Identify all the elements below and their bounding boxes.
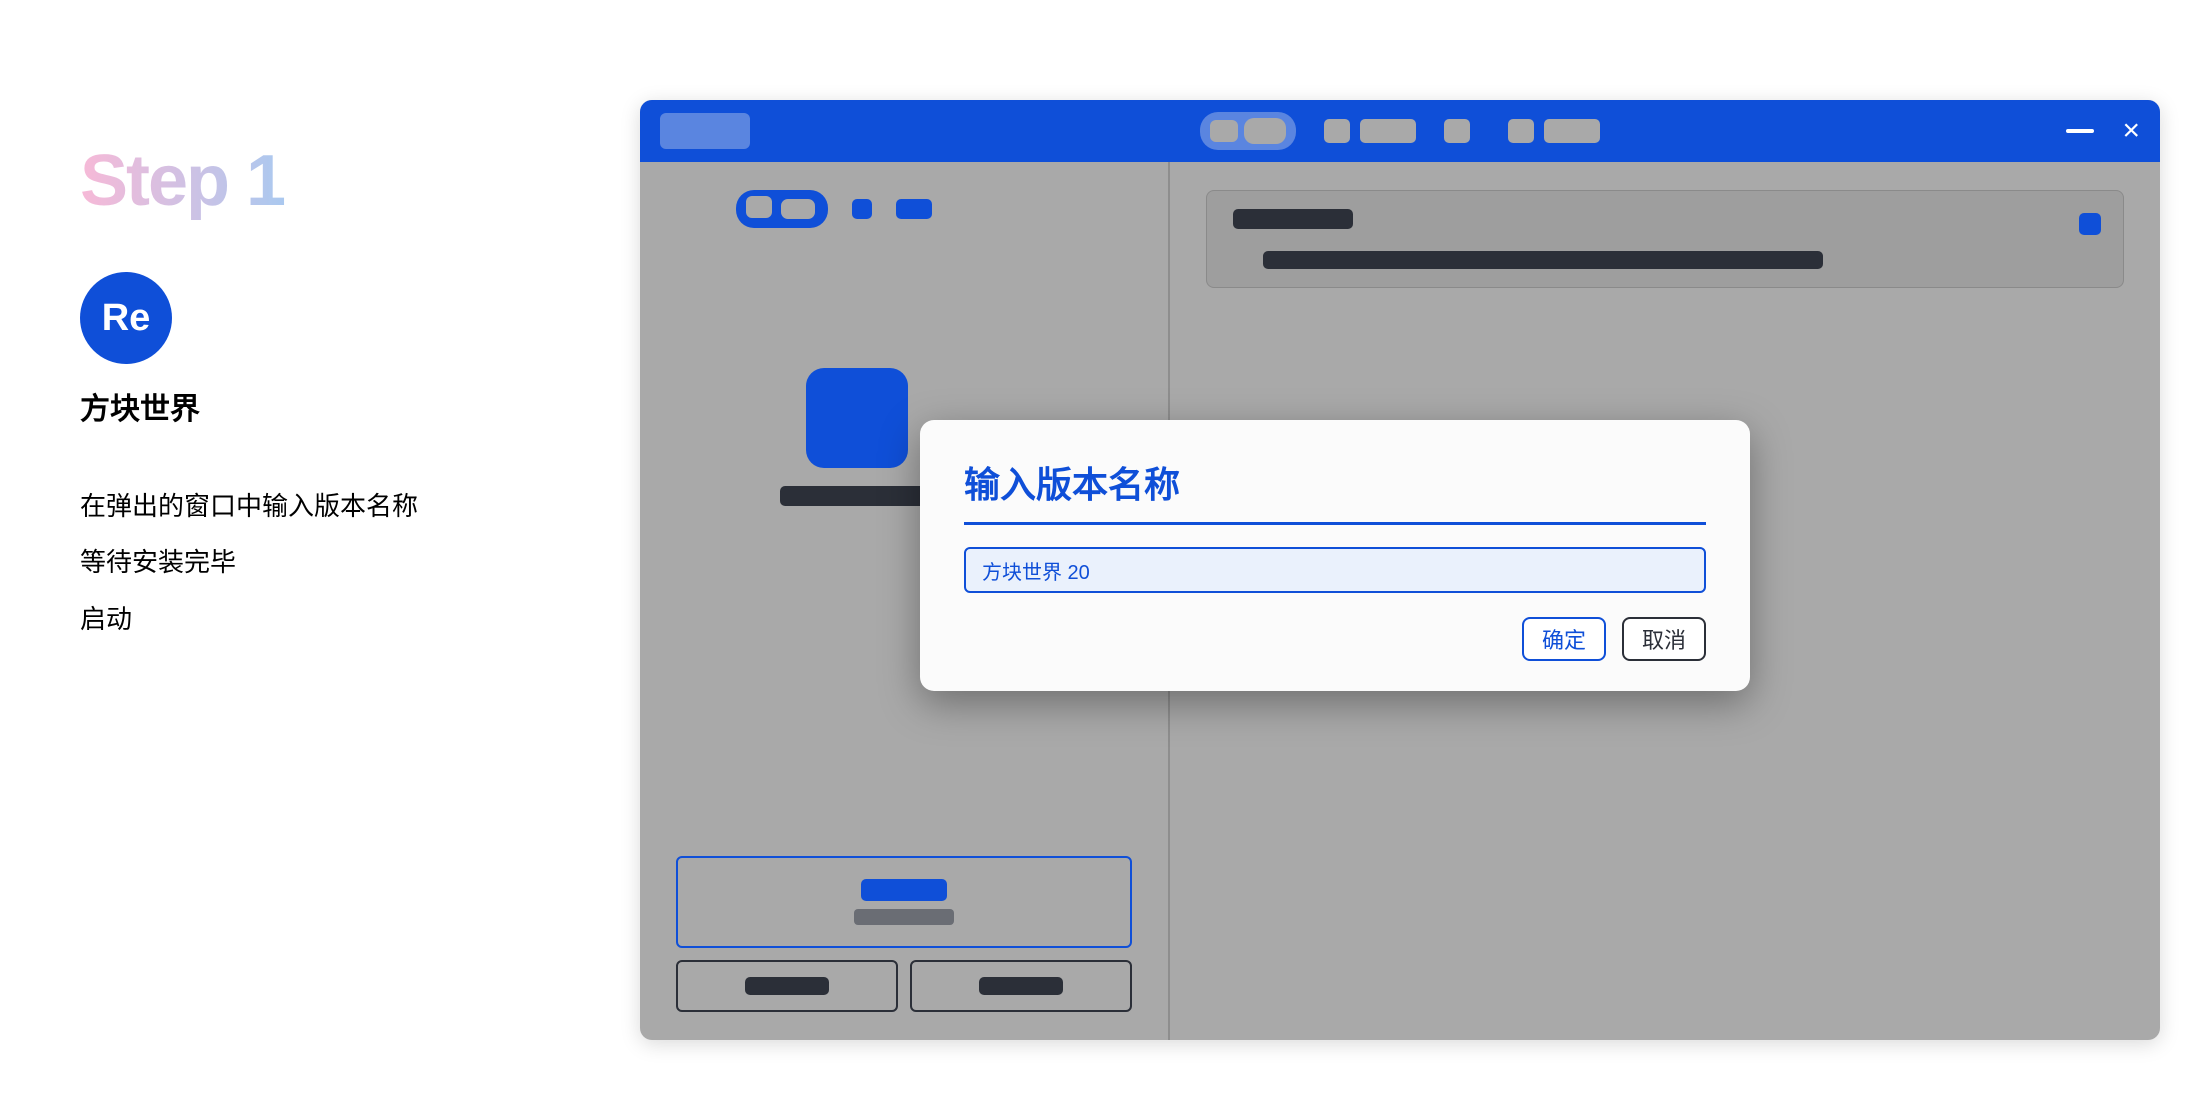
nav-icon-placeholder — [1324, 119, 1350, 143]
cancel-button[interactable]: 取消 — [1622, 617, 1706, 661]
app-name-label: 方块世界 — [80, 384, 500, 428]
nav-icon-placeholder — [1444, 119, 1470, 143]
titlebar-center-controls — [1200, 112, 1600, 150]
sidebar-label-placeholder — [896, 199, 932, 219]
nav-icon-placeholder — [1508, 119, 1534, 143]
instruction-line: 等待安装完毕 — [80, 544, 500, 580]
titlebar-nav-group[interactable] — [1324, 119, 1416, 143]
info-card — [1206, 190, 2124, 288]
sidebar-icon-placeholder[interactable] — [852, 199, 872, 219]
sidebar-bottom-actions — [676, 856, 1132, 1012]
pill-segment — [1210, 120, 1238, 142]
button-label-placeholder — [745, 977, 829, 995]
app-badge-text: Re — [102, 297, 151, 340]
sidebar-top-controls — [736, 190, 1132, 228]
instruction-line: 在弹出的窗口中输入版本名称 — [80, 488, 500, 524]
sidebar-action-button[interactable] — [676, 960, 898, 1012]
titlebar-nav-group[interactable] — [1508, 119, 1600, 143]
ok-button[interactable]: 确定 — [1522, 617, 1606, 661]
titlebar-nav-group[interactable] — [1444, 119, 1480, 143]
button-label-placeholder — [979, 977, 1063, 995]
instruction-line: 启动 — [80, 601, 500, 637]
button-label-placeholder — [861, 879, 947, 901]
close-icon[interactable]: × — [2122, 114, 2140, 148]
nav-label-placeholder — [1544, 119, 1600, 143]
dialog-actions: 确定 取消 — [964, 617, 1706, 661]
instruction-panel: Step 1 Re 方块世界 在弹出的窗口中输入版本名称 等待安装完毕 启动 — [80, 140, 500, 657]
card-title-placeholder — [1233, 209, 1353, 229]
pill-segment — [1244, 118, 1286, 144]
app-window: × — [640, 100, 2160, 1040]
sidebar-button-row — [676, 960, 1132, 1012]
button-sublabel-placeholder — [854, 909, 954, 925]
pill-segment — [778, 196, 818, 222]
titlebar: × — [640, 100, 2160, 162]
launch-button[interactable] — [676, 856, 1132, 948]
game-thumbnail-placeholder — [806, 368, 908, 468]
version-name-input[interactable] — [964, 547, 1706, 593]
version-name-dialog: 输入版本名称 确定 取消 — [920, 420, 1750, 691]
titlebar-toggle-pill[interactable] — [1200, 112, 1296, 150]
card-text-placeholder — [1263, 251, 1823, 269]
sidebar-action-button[interactable] — [910, 960, 1132, 1012]
step-heading: Step 1 — [80, 140, 500, 222]
sidebar-toggle-pill[interactable] — [736, 190, 828, 228]
window-controls: × — [2066, 114, 2140, 148]
pill-segment — [746, 196, 772, 218]
app-badge-icon: Re — [80, 272, 172, 364]
dialog-title: 输入版本名称 — [964, 456, 1706, 525]
titlebar-logo-placeholder — [660, 113, 750, 149]
minimize-icon[interactable] — [2066, 129, 2094, 133]
nav-label-placeholder — [1360, 119, 1416, 143]
game-title-placeholder — [780, 486, 930, 506]
expand-icon[interactable] — [2079, 213, 2101, 235]
